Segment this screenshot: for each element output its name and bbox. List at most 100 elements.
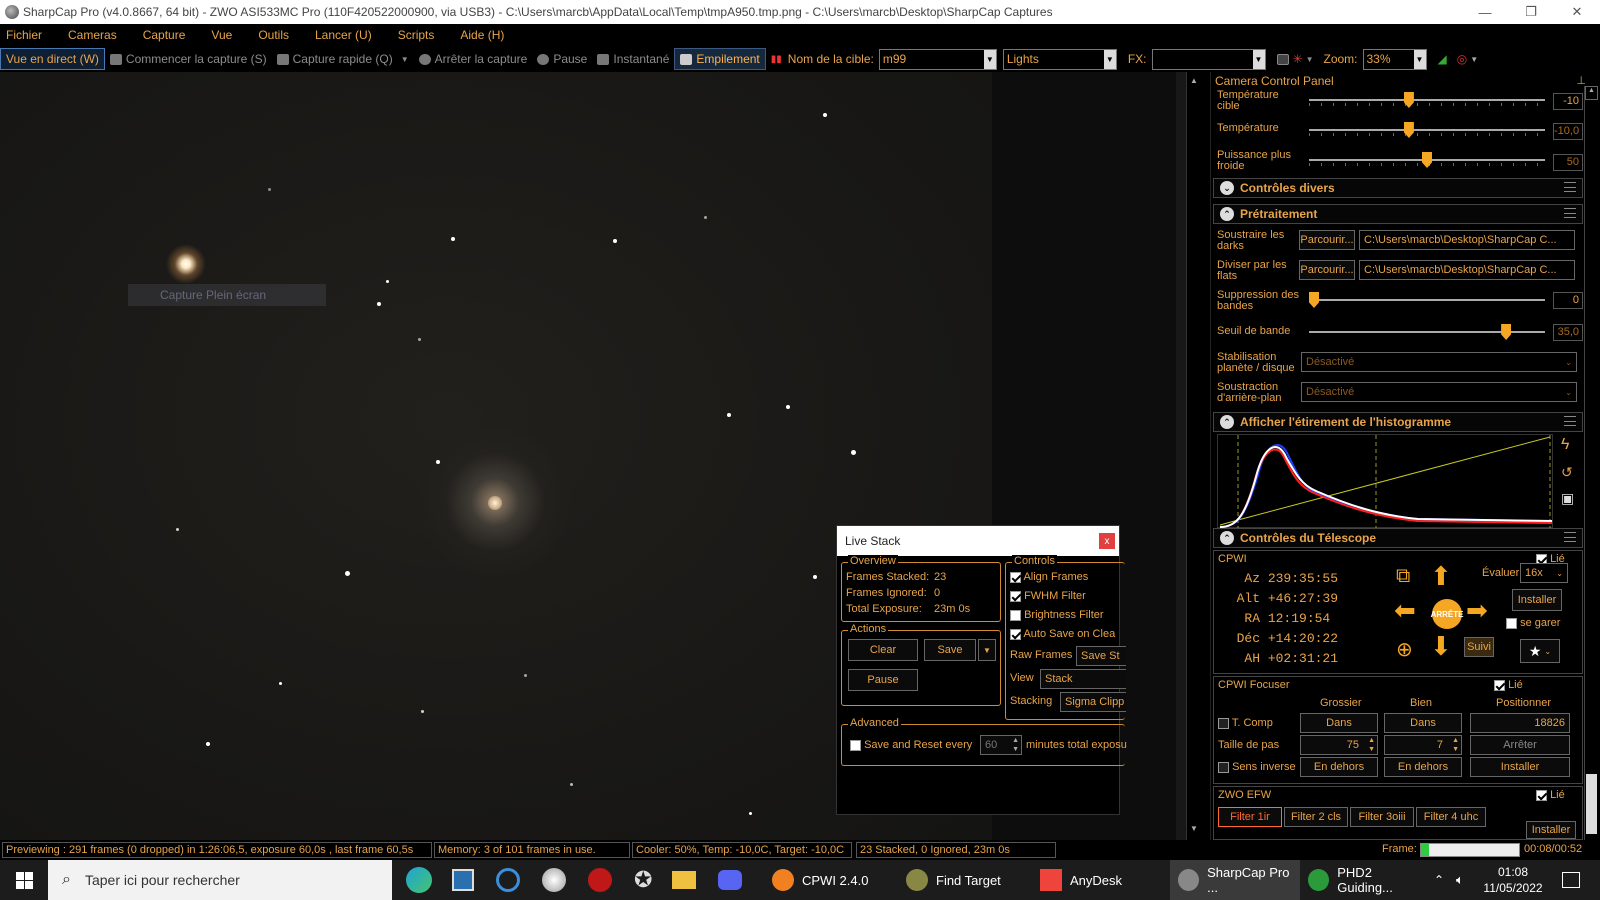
menu-icon[interactable] [1564, 532, 1576, 542]
scroll-up-icon[interactable]: ▲ [1190, 76, 1198, 85]
target-temp-value[interactable]: -10 [1553, 93, 1583, 110]
checkbox-checked[interactable] [1010, 590, 1021, 602]
focuser-linked-checkbox[interactable]: Lié [1494, 679, 1523, 691]
stabilization-select[interactable]: Désactivé ⌄ [1301, 352, 1577, 372]
histogram-plot[interactable] [1217, 434, 1553, 529]
tracking-button[interactable]: Suivi [1464, 637, 1494, 657]
planet-icon[interactable] [542, 868, 566, 892]
fine-out-button[interactable]: En dehors [1384, 757, 1462, 777]
focuser-stop-button[interactable]: Arrêter [1470, 735, 1570, 755]
target-temp-slider[interactable] [1309, 92, 1545, 108]
chevron-down-icon[interactable]: ▼ [1103, 49, 1116, 69]
chevron-down-icon[interactable]: ▼ [1252, 49, 1265, 69]
menu-aide[interactable]: Aide (H) [460, 28, 504, 42]
app-icon[interactable] [452, 869, 474, 891]
arrow-down-icon[interactable]: ⬇ [1430, 631, 1452, 662]
stop-capture-button[interactable]: Arrêter la capture [414, 48, 533, 70]
browse-darks-button[interactable]: Parcourir... [1299, 230, 1355, 250]
filter-2-button[interactable]: Filter 2 cls [1284, 807, 1348, 827]
checkbox-unchecked[interactable] [850, 739, 861, 751]
menu-scripts[interactable]: Scripts [398, 28, 435, 42]
crosshair-target-icon[interactable]: ⊕ [1396, 637, 1413, 662]
checkbox-unchecked[interactable] [1010, 609, 1021, 621]
chevron-down-icon[interactable]: ⌄ [1220, 181, 1234, 195]
quick-capture-button[interactable]: Capture rapide (Q) ▼ [272, 48, 414, 70]
filter-4-button[interactable]: Filter 4 uhc [1416, 807, 1486, 827]
fwhm-filter-checkbox[interactable]: FWHM Filter [1010, 590, 1086, 602]
auto-save-checkbox[interactable]: Auto Save on Clea [1010, 628, 1115, 640]
goto-icon[interactable]: ⧉ [1396, 565, 1410, 588]
slider-thumb[interactable] [1501, 324, 1512, 340]
focuser-setup-button[interactable]: Installer [1470, 757, 1570, 777]
checkbox-unchecked[interactable] [1218, 717, 1229, 729]
frame-type-select[interactable]: Lights ▼ [1002, 48, 1117, 70]
checkbox-unchecked[interactable] [1218, 761, 1229, 773]
stop-slew-button[interactable]: ARRÊTE [1431, 599, 1463, 629]
misc-controls-section[interactable]: ⌄ Contrôles divers [1213, 178, 1583, 198]
chevron-down-icon[interactable]: ▼ [1413, 49, 1426, 69]
efw-setup-button[interactable]: Installer [1526, 821, 1576, 839]
scroll-thumb[interactable] [1586, 774, 1597, 834]
ccleaner-icon[interactable] [496, 868, 520, 892]
checkbox-checked[interactable] [1010, 571, 1021, 583]
chevron-down-icon[interactable]: ▼ [401, 55, 409, 64]
menu-icon[interactable] [1564, 208, 1576, 218]
menu-icon[interactable] [1564, 182, 1576, 192]
save-dropdown-button[interactable]: ▼ [978, 639, 996, 661]
image-scrollbar[interactable]: ▲ ▼ [1186, 72, 1201, 840]
menu-icon[interactable] [1564, 416, 1576, 426]
filter-3-button[interactable]: Filter 3oiii [1350, 807, 1414, 827]
preprocessing-section[interactable]: ⌃ Prétraitement [1213, 204, 1583, 224]
chevron-up-icon[interactable]: ⌃ [1220, 415, 1234, 429]
rate-select[interactable]: 16x ⌄ [1520, 563, 1568, 583]
histogram-button[interactable]: ◢ [1433, 48, 1452, 70]
live-view-button[interactable]: Vue en direct (W) [0, 48, 105, 70]
panel-scrollbar[interactable]: ▲ [1584, 86, 1598, 840]
lightning-icon[interactable]: ϟ [1561, 436, 1569, 454]
reticle-button[interactable]: ✳ ▼ [1272, 48, 1319, 70]
banding-slider[interactable] [1309, 292, 1545, 308]
slider-thumb[interactable] [1309, 292, 1319, 308]
histogram-section[interactable]: ⌃ Afficher l'étirement de l'histogramme [1213, 412, 1583, 432]
pause-stack-button[interactable]: Pause [848, 669, 918, 691]
position-input[interactable]: 18826 [1470, 713, 1570, 733]
stacking-select[interactable]: Sigma Clipp [1060, 692, 1126, 712]
temp-comp-checkbox[interactable]: T. Comp [1218, 717, 1273, 729]
chevron-down-icon[interactable]: ▼ [1306, 55, 1314, 64]
taskbar-app-sharpcap[interactable]: SharpCap Pro ... [1170, 860, 1300, 900]
stellarium-icon[interactable]: ✪ [634, 867, 652, 893]
capture-fullscreen-tooltip[interactable]: Capture Plein écran [128, 284, 326, 306]
browse-flats-button[interactable]: Parcourir... [1299, 260, 1355, 280]
clock[interactable]: 01:08 11/05/2022 [1480, 864, 1546, 896]
minimize-button[interactable]: — [1462, 0, 1508, 24]
save-button[interactable]: Save [924, 639, 976, 661]
checkbox-unchecked[interactable] [1506, 617, 1517, 629]
start-capture-button[interactable]: Commencer la capture (S) [105, 48, 272, 70]
start-button[interactable] [0, 860, 48, 900]
favorite-target-button[interactable]: ★ ⌄ [1520, 639, 1560, 663]
save-icon[interactable]: ▣ [1561, 490, 1574, 507]
chevron-up-icon[interactable]: ⌃ [1220, 207, 1234, 221]
notifications-icon[interactable] [1562, 872, 1580, 888]
clear-button[interactable]: Clear [848, 639, 918, 661]
tools-button[interactable]: ◎ ▼ [1452, 48, 1483, 70]
banding-value[interactable]: 0 [1553, 292, 1583, 309]
flats-path-select[interactable]: C:\Users\marcb\Desktop\SharpCap C... [1359, 260, 1575, 280]
align-frames-checkbox[interactable]: Align Frames [1010, 571, 1088, 583]
taskbar-app-phd2[interactable]: PHD2 Guiding... [1302, 860, 1428, 900]
efw-linked-checkbox[interactable]: Lié [1536, 789, 1565, 801]
threshold-value[interactable]: 35,0 [1553, 324, 1583, 341]
taskbar-app-find-target[interactable]: Find Target [906, 860, 1032, 900]
arrow-left-icon[interactable]: ⬅ [1394, 595, 1416, 626]
scroll-up-icon[interactable]: ▲ [1585, 86, 1598, 100]
pause-button[interactable]: Pause [532, 48, 592, 70]
stepper-arrows-icon[interactable]: ▲ ▼ [1452, 736, 1459, 754]
view-select[interactable]: Stack [1040, 669, 1126, 689]
taskbar-app-cpwi[interactable]: CPWI 2.4.0 [772, 860, 898, 900]
filter-1-button[interactable]: Filter 1ir [1218, 807, 1282, 827]
live-stack-close-button[interactable]: x [1099, 533, 1115, 549]
arrow-right-icon[interactable]: ➡ [1466, 595, 1488, 626]
threshold-slider[interactable] [1309, 324, 1545, 340]
chevron-down-icon[interactable]: ▼ [1470, 55, 1478, 64]
save-reset-checkbox[interactable]: Save and Reset every [850, 739, 972, 751]
